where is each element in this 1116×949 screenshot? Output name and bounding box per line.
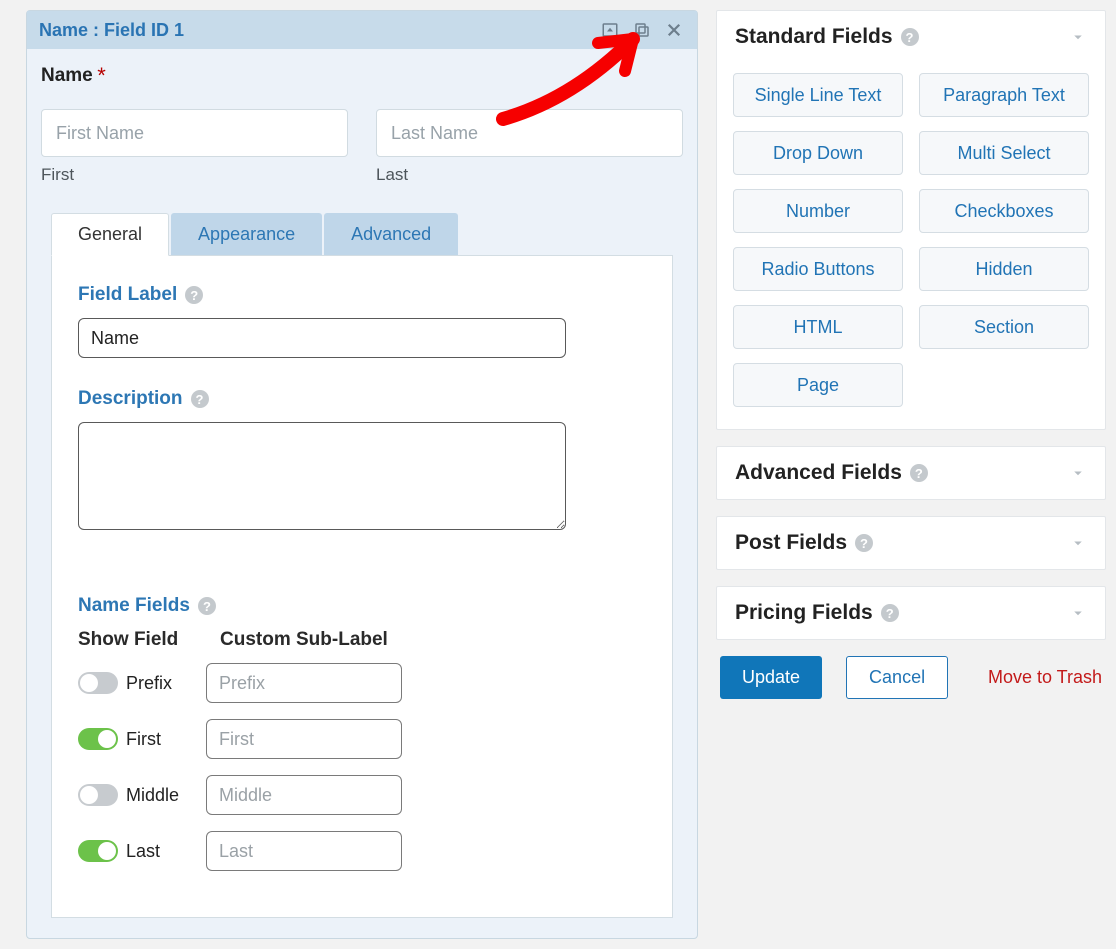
help-icon[interactable]: ? — [881, 604, 899, 622]
tab-content-general: Field Label ? Description ? Name Fields … — [51, 255, 673, 918]
chevron-down-icon[interactable] — [1069, 534, 1087, 552]
field-section[interactable]: Section — [919, 305, 1089, 349]
toggle-prefix[interactable] — [78, 672, 118, 694]
field-single-line-text[interactable]: Single Line Text — [733, 73, 903, 117]
row-label-middle: Middle — [126, 785, 198, 806]
field-editor-panel: Name : Field ID 1 — [26, 10, 698, 939]
description-heading: Description — [78, 388, 183, 410]
field-number[interactable]: Number — [733, 189, 903, 233]
move-to-trash-link[interactable]: Move to Trash — [988, 667, 1102, 688]
tab-appearance[interactable]: Appearance — [171, 213, 322, 256]
sublabel-input-last[interactable] — [206, 831, 402, 871]
first-name-input[interactable] — [41, 109, 348, 157]
panel-title-standard: Standard Fields — [735, 25, 893, 49]
preview-field-label: Name — [41, 65, 93, 86]
sublabel-input-middle[interactable] — [206, 775, 402, 815]
required-asterisk: * — [97, 63, 106, 88]
help-icon[interactable]: ? — [198, 597, 216, 615]
col-custom-sublabel: Custom Sub-Label — [220, 629, 388, 651]
collapse-icon[interactable] — [599, 19, 621, 41]
sublabel-input-first[interactable] — [206, 719, 402, 759]
help-icon[interactable]: ? — [910, 464, 928, 482]
row-label-first: First — [126, 729, 198, 750]
chevron-down-icon[interactable] — [1069, 464, 1087, 482]
duplicate-icon[interactable] — [631, 19, 653, 41]
sublabel-input-prefix[interactable] — [206, 663, 402, 703]
row-label-last: Last — [126, 841, 198, 862]
chevron-down-icon[interactable] — [1069, 28, 1087, 46]
field-multi-select[interactable]: Multi Select — [919, 131, 1089, 175]
panel-standard-fields: Standard Fields ? Single Line Text Parag… — [716, 10, 1106, 430]
toggle-last[interactable] — [78, 840, 118, 862]
panel-post-fields[interactable]: Post Fields ? — [716, 516, 1106, 570]
toggle-middle[interactable] — [78, 784, 118, 806]
tab-general[interactable]: General — [51, 213, 169, 256]
row-label-prefix: Prefix — [126, 673, 198, 694]
cancel-button[interactable]: Cancel — [846, 656, 948, 699]
update-button[interactable]: Update — [720, 656, 822, 699]
field-checkboxes[interactable]: Checkboxes — [919, 189, 1089, 233]
first-sublabel: First — [41, 165, 348, 185]
last-sublabel: Last — [376, 165, 683, 185]
field-radio-buttons[interactable]: Radio Buttons — [733, 247, 903, 291]
field-hidden[interactable]: Hidden — [919, 247, 1089, 291]
field-label-heading: Field Label — [78, 284, 177, 306]
field-paragraph-text[interactable]: Paragraph Text — [919, 73, 1089, 117]
last-name-input[interactable] — [376, 109, 683, 157]
name-fields-heading: Name Fields — [78, 595, 190, 617]
panel-title-post: Post Fields — [735, 531, 847, 555]
panel-advanced-fields[interactable]: Advanced Fields ? — [716, 446, 1106, 500]
description-textarea[interactable] — [78, 422, 566, 530]
help-icon[interactable]: ? — [191, 390, 209, 408]
close-icon[interactable] — [663, 19, 685, 41]
field-label-input[interactable] — [78, 318, 566, 358]
field-header-title: Name : Field ID 1 — [39, 20, 599, 41]
panel-title-advanced: Advanced Fields — [735, 461, 902, 485]
panel-pricing-fields[interactable]: Pricing Fields ? — [716, 586, 1106, 640]
tab-advanced[interactable]: Advanced — [324, 213, 458, 256]
field-page[interactable]: Page — [733, 363, 903, 407]
chevron-down-icon[interactable] — [1069, 604, 1087, 622]
help-icon[interactable]: ? — [901, 28, 919, 46]
help-icon[interactable]: ? — [185, 286, 203, 304]
field-drop-down[interactable]: Drop Down — [733, 131, 903, 175]
help-icon[interactable]: ? — [855, 534, 873, 552]
col-show-field: Show Field — [78, 629, 198, 651]
field-html[interactable]: HTML — [733, 305, 903, 349]
panel-title-pricing: Pricing Fields — [735, 601, 873, 625]
toggle-first[interactable] — [78, 728, 118, 750]
field-header: Name : Field ID 1 — [27, 11, 697, 49]
